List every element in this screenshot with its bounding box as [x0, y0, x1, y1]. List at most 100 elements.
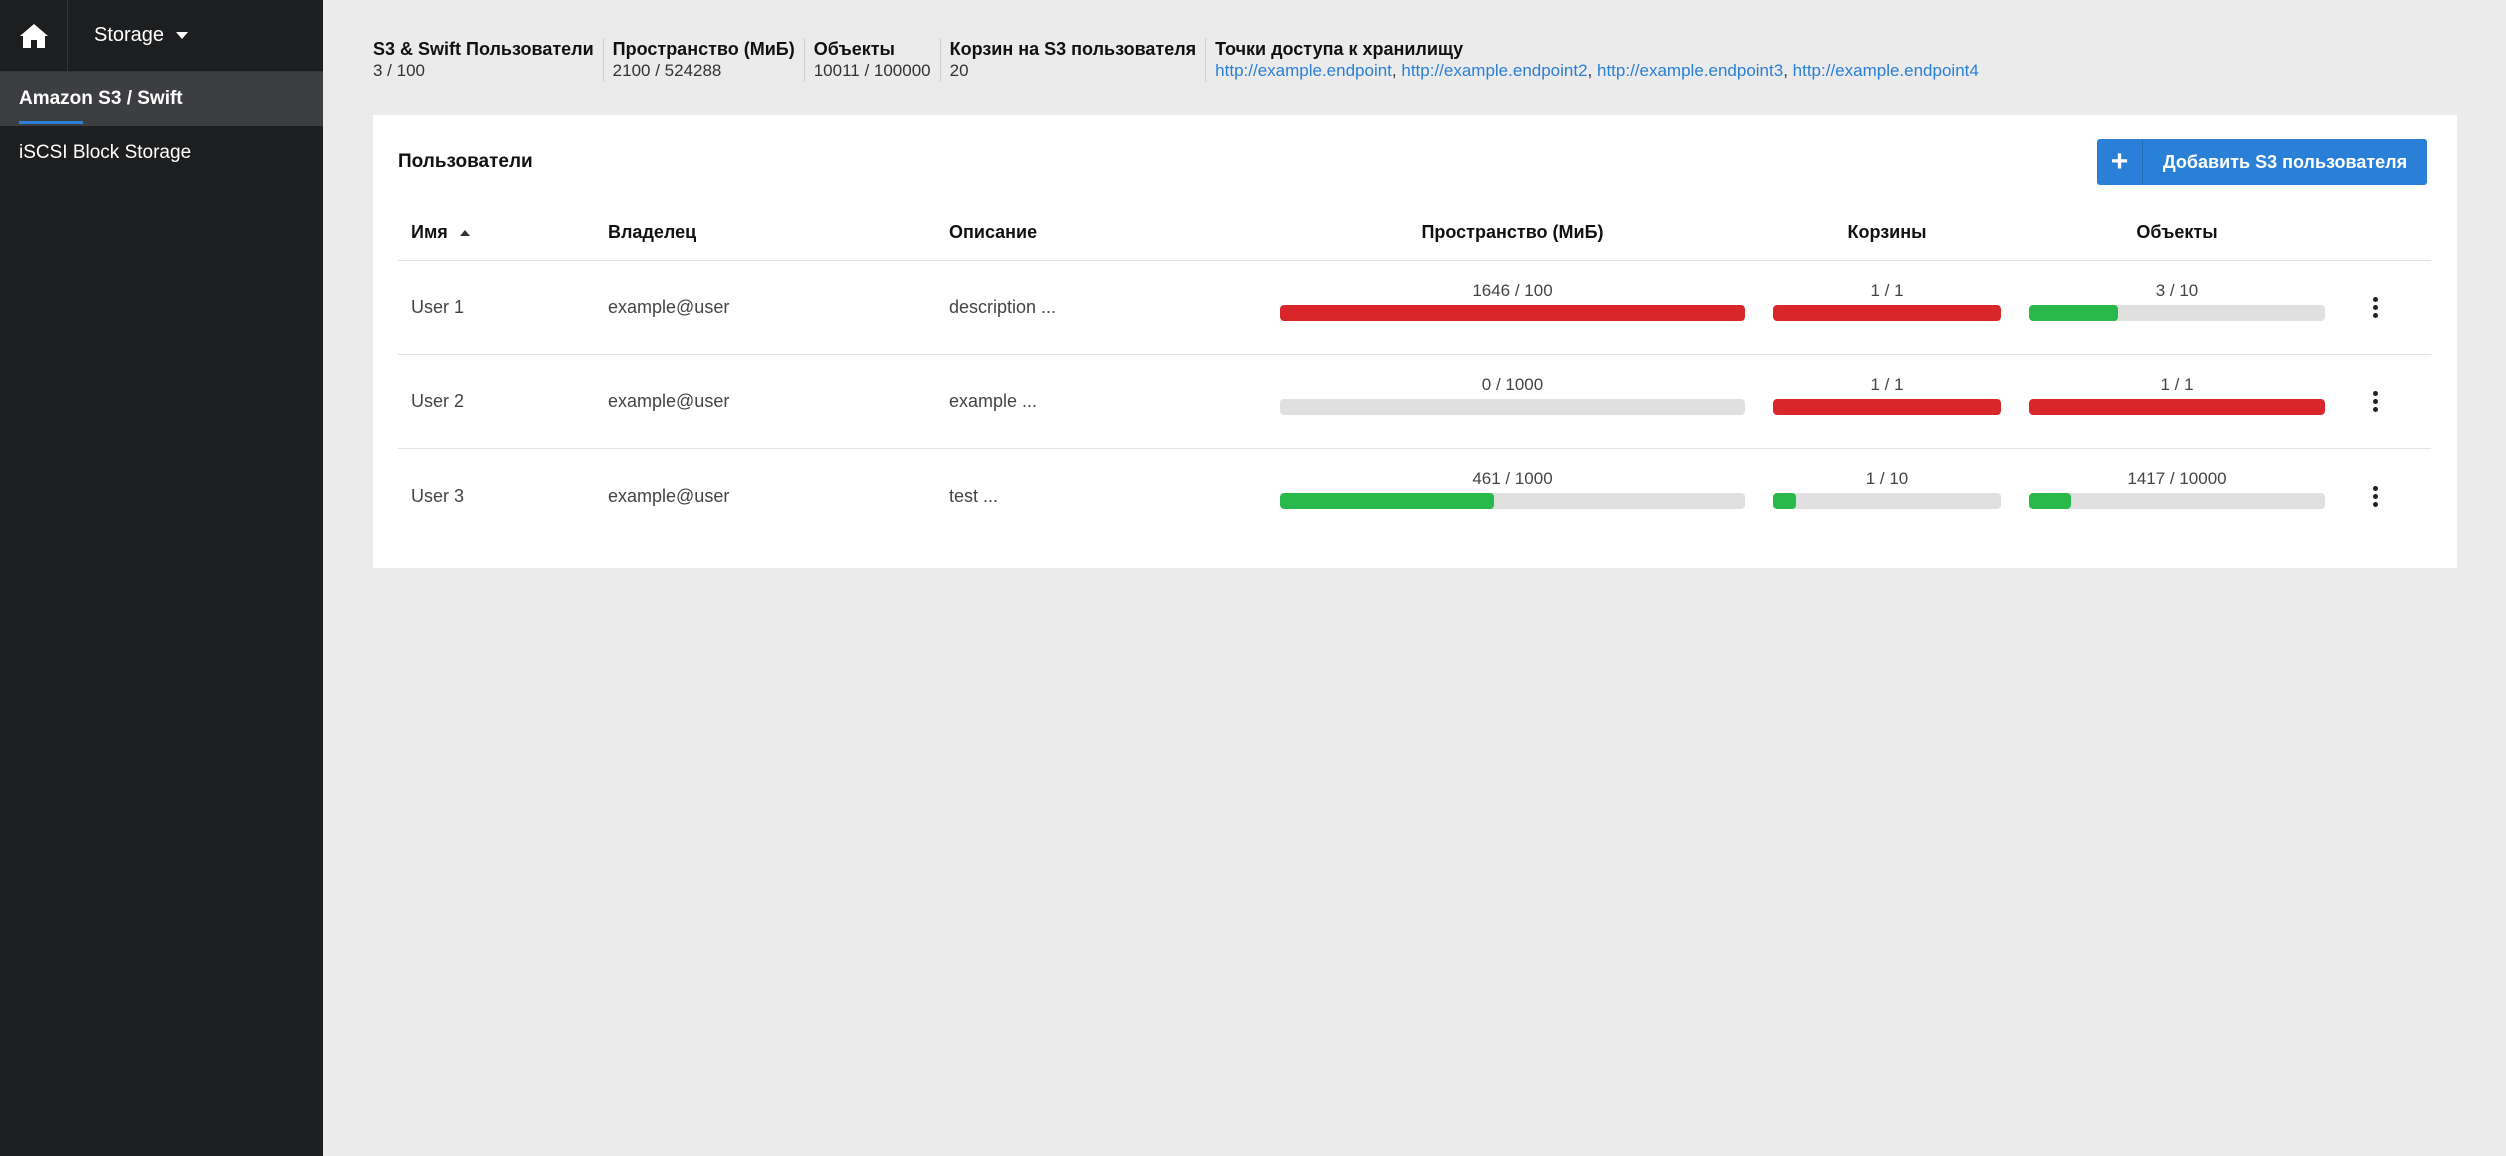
- separator: ,: [1587, 61, 1597, 80]
- meter-text: 1 / 1: [1870, 374, 1904, 394]
- stat-label: Точки доступа к хранилищу: [1215, 39, 1464, 59]
- progress-fill: [2029, 493, 2071, 509]
- cell-owner: example@user: [608, 297, 730, 317]
- space-meter: 461 / 1000: [1280, 469, 1745, 509]
- separator: ,: [1783, 61, 1793, 80]
- table-row[interactable]: User 1 example@user description ... 1646…: [398, 261, 2431, 355]
- progress-bar: [1280, 493, 1745, 509]
- stat-label: Корзин на S3 пользователя: [949, 39, 1197, 59]
- storage-stats: S3 & Swift Пользователи 3 / 100 Простран…: [373, 38, 1988, 82]
- progress-bar: [1773, 304, 2001, 321]
- meter-text: 0 / 1000: [1481, 374, 1544, 394]
- column-header-name[interactable]: Имя: [398, 222, 608, 243]
- endpoint-link[interactable]: http://example.endpoint3: [1597, 61, 1783, 80]
- add-s3-user-button[interactable]: + Добавить S3 пользователя: [2097, 139, 2427, 185]
- column-header-space: Пространство (МиБ): [1421, 222, 1604, 242]
- sort-asc-icon: [459, 230, 470, 237]
- home-button[interactable]: [0, 0, 68, 72]
- meter-text: 1417 / 10000: [2127, 469, 2227, 488]
- stat-label: Пространство (МиБ): [612, 39, 795, 59]
- cell-name: User 2: [411, 391, 465, 411]
- stat-buckets: Корзин на S3 пользователя 20: [939, 38, 1206, 82]
- table-header: Имя Владелец Описание Пространство (МиБ)…: [398, 205, 2431, 261]
- buckets-meter: 1 / 1: [1773, 281, 2001, 321]
- meter-text: 1646 / 100: [1472, 280, 1553, 300]
- sidebar-item-s3-swift[interactable]: Amazon S3 / Swift: [0, 72, 323, 126]
- progress-bar: [1280, 398, 1745, 415]
- caret-down-icon: [176, 32, 189, 39]
- meter-text: 1 / 10: [1865, 469, 1909, 488]
- progress-bar: [1773, 493, 2001, 509]
- panel-title: Пользователи: [398, 151, 533, 172]
- meter-text: 3 / 10: [2155, 280, 2199, 300]
- column-header-objects: Объекты: [2136, 222, 2218, 242]
- meter-text: 1 / 1: [2160, 374, 2194, 394]
- users-panel: Пользователи + Добавить S3 пользователя …: [373, 115, 2457, 568]
- table-row[interactable]: User 3 example@user test ... 461 / 1000 …: [398, 449, 2431, 543]
- stat-value: 3 / 100: [373, 61, 425, 80]
- cell-owner: example@user: [608, 391, 730, 411]
- stat-space: Пространство (МиБ) 2100 / 524288: [602, 38, 804, 82]
- stat-label: Объекты: [813, 39, 895, 59]
- row-actions: [2325, 482, 2425, 511]
- row-actions: [2325, 293, 2425, 322]
- cell-description: description ...: [949, 297, 1057, 317]
- sidebar-header: Storage: [0, 0, 323, 72]
- endpoint-list: http://example.endpoint, http://example.…: [1215, 61, 1979, 81]
- progress-fill: [1773, 398, 2001, 415]
- table-row[interactable]: User 2 example@user example ... 0 / 1000…: [398, 355, 2431, 449]
- progress-fill: [1773, 493, 1796, 509]
- plus-icon: +: [2097, 139, 2143, 185]
- kebab-menu-icon[interactable]: [2365, 293, 2386, 322]
- app-switcher[interactable]: Storage: [68, 0, 189, 71]
- cell-description: test ...: [949, 485, 999, 506]
- column-header-description: Описание: [949, 222, 1038, 242]
- sidebar-item-label: Amazon S3 / Swift: [19, 88, 183, 109]
- stat-users: S3 & Swift Пользователи 3 / 100: [373, 38, 603, 82]
- row-actions: [2325, 387, 2425, 416]
- space-meter: 0 / 1000: [1280, 375, 1745, 415]
- endpoint-link[interactable]: http://example.endpoint: [1215, 61, 1392, 80]
- sidebar-item-label: iSCSI Block Storage: [19, 142, 192, 163]
- app-switcher-label: Storage: [94, 24, 165, 46]
- objects-meter: 3 / 10: [2029, 281, 2325, 321]
- progress-bar: [2029, 398, 2325, 415]
- separator: ,: [1391, 61, 1402, 80]
- endpoint-link[interactable]: http://example.endpoint2: [1401, 61, 1587, 80]
- progress-bar: [2029, 304, 2325, 321]
- kebab-menu-icon[interactable]: [2365, 482, 2386, 511]
- progress-fill: [1280, 304, 1745, 321]
- cell-name: User 3: [411, 485, 465, 506]
- meter-text: 1 / 1: [1870, 280, 1904, 300]
- stat-value: 2100 / 524288: [612, 61, 722, 80]
- stat-endpoints: Точки доступа к хранилищу http://example…: [1205, 38, 1988, 82]
- cell-name: User 1: [411, 297, 465, 317]
- progress-fill: [1280, 493, 1495, 509]
- progress-fill: [2029, 304, 2118, 321]
- add-button-label: Добавить S3 пользователя: [2162, 151, 2408, 172]
- header-label: Имя: [411, 222, 448, 242]
- column-header-buckets: Корзины: [1847, 222, 1927, 242]
- meter-text: 461 / 1000: [1472, 469, 1553, 488]
- progress-bar: [1773, 398, 2001, 415]
- stat-value: 20: [949, 61, 969, 80]
- objects-meter: 1417 / 10000: [2029, 469, 2325, 509]
- progress-bar: [1280, 304, 1745, 321]
- objects-meter: 1 / 1: [2029, 375, 2325, 415]
- buckets-meter: 1 / 10: [1773, 469, 2001, 509]
- column-header-owner: Владелец: [608, 222, 697, 242]
- progress-bar: [2029, 493, 2325, 509]
- progress-fill: [1773, 304, 2001, 321]
- kebab-menu-icon[interactable]: [2365, 387, 2386, 416]
- stat-label: S3 & Swift Пользователи: [373, 39, 594, 59]
- buckets-meter: 1 / 1: [1773, 375, 2001, 415]
- cell-owner: example@user: [608, 485, 730, 506]
- space-meter: 1646 / 100: [1280, 281, 1745, 321]
- endpoint-link[interactable]: http://example.endpoint4: [1793, 61, 1979, 80]
- stat-value: 10011 / 100000: [813, 61, 931, 80]
- stat-objects: Объекты 10011 / 100000: [803, 38, 940, 82]
- sidebar-item-iscsi[interactable]: iSCSI Block Storage: [0, 126, 323, 180]
- sidebar: Storage Amazon S3 / Swift iSCSI Block St…: [0, 0, 323, 1156]
- users-table: Имя Владелец Описание Пространство (МиБ)…: [398, 205, 2431, 543]
- cell-description: example ...: [949, 391, 1038, 411]
